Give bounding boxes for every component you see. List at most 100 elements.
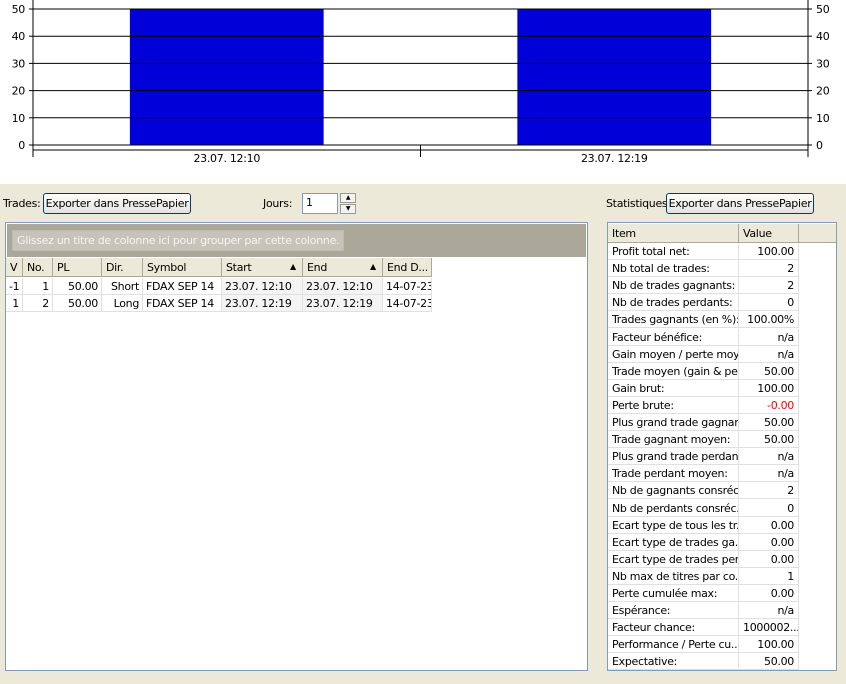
stat-item: Ecart type de trades per... bbox=[608, 550, 739, 568]
stats-column-header[interactable] bbox=[799, 224, 836, 243]
y-tick-label-right: 30 bbox=[816, 57, 830, 70]
stat-item: Trades gagnants (en %): bbox=[608, 311, 739, 329]
trades-label: Trades: bbox=[3, 197, 41, 210]
table-cell: 14-07-23 bbox=[383, 278, 432, 295]
stats-column-header[interactable]: Value bbox=[739, 224, 799, 243]
table-cell: 50.00 bbox=[53, 295, 102, 312]
stat-item: Nb de trades gagnants: bbox=[608, 277, 739, 295]
stat-value: 1 bbox=[739, 567, 799, 585]
table-cell: -1 bbox=[6, 278, 23, 295]
table-cell: FDAX SEP 14 bbox=[143, 278, 222, 295]
stat-item: Expectative: bbox=[608, 653, 739, 671]
y-tick-label: 10 bbox=[12, 112, 26, 125]
stat-value: n/a bbox=[739, 448, 799, 466]
stat-item: Performance / Perte cu... bbox=[608, 636, 739, 654]
stat-item: Plus grand trade gagnant: bbox=[608, 414, 739, 431]
bar bbox=[517, 9, 712, 145]
y-tick-label: 20 bbox=[12, 85, 26, 98]
sort-ascending-icon: ▲ bbox=[290, 262, 296, 271]
table-cell: 23.07. 12:19 bbox=[303, 295, 383, 312]
table-cell: 23.07. 12:19 bbox=[222, 295, 303, 312]
column-header[interactable]: PL bbox=[53, 258, 102, 277]
x-tick-label: 23.07. 12:10 bbox=[193, 152, 260, 165]
stat-item: Trade perdant moyen: bbox=[608, 465, 739, 483]
stat-value: 0.00 bbox=[739, 550, 799, 568]
stat-value: 2 bbox=[739, 260, 799, 278]
stat-value: n/a bbox=[739, 465, 799, 483]
table-cell: FDAX SEP 14 bbox=[143, 295, 222, 312]
stat-item: Nb total de trades: bbox=[608, 260, 739, 278]
table-cell: 2 bbox=[23, 295, 53, 312]
stat-value: 100.00 bbox=[739, 636, 799, 654]
stat-value: n/a bbox=[739, 345, 799, 363]
stats-label: Statistiques: bbox=[606, 197, 671, 210]
stat-value: 100.00 bbox=[739, 379, 799, 397]
stat-item: Ecart type de trades ga... bbox=[608, 533, 739, 551]
stat-item: Nb max de titres par co... bbox=[608, 567, 739, 585]
stat-value: 50.00 bbox=[739, 431, 799, 449]
y-tick-label: 0 bbox=[18, 139, 25, 152]
spin-up-button[interactable]: ▲ bbox=[340, 193, 356, 203]
stat-value: 2 bbox=[739, 277, 799, 295]
y-tick-label-right: 40 bbox=[816, 30, 830, 43]
stat-item: Nb de gagnants consréc... bbox=[608, 482, 739, 500]
group-by-panel[interactable]: Glissez un titre de colonne ici pour gro… bbox=[7, 224, 586, 257]
pl-bar-chart: 23.07. 12:10 23.07. 12:19 0 0 10 10 20 20 30 30 40… bbox=[0, 0, 846, 184]
table-cell: 1 bbox=[6, 295, 23, 312]
stat-value: 0.00 bbox=[739, 533, 799, 551]
column-header[interactable]: V bbox=[6, 258, 23, 277]
sort-ascending-icon: ▲ bbox=[370, 262, 376, 271]
y-tick-label: 30 bbox=[12, 57, 26, 70]
y-tick-label: 40 bbox=[12, 30, 26, 43]
stat-item: Espérance: bbox=[608, 602, 739, 620]
stat-item: Gain brut: bbox=[608, 379, 739, 397]
stats-table: Item Value Profit total net: 100.00 Nb total… bbox=[607, 222, 837, 671]
table-cell: 1 bbox=[23, 278, 53, 295]
stat-item: Ecart type de tous les tr... bbox=[608, 516, 739, 534]
stat-value: -0.00 bbox=[739, 396, 799, 414]
trades-export-button[interactable]: Exporter dans PressePapier bbox=[43, 193, 191, 214]
stat-value: 1000002... bbox=[739, 619, 799, 637]
stat-item: Trade moyen (gain & pe... bbox=[608, 362, 739, 380]
y-tick-label-right: 20 bbox=[816, 85, 830, 98]
jours-label: Jours: bbox=[263, 197, 293, 210]
stat-item: Facteur bénéfice: bbox=[608, 328, 739, 346]
stat-item: Nb de perdants consréc... bbox=[608, 499, 739, 517]
y-tick-label-right: 50 bbox=[816, 3, 830, 16]
stat-value: n/a bbox=[739, 602, 799, 620]
table-cell: 23.07. 12:10 bbox=[222, 278, 303, 295]
bar bbox=[129, 9, 324, 145]
stat-item: Profit total net: bbox=[608, 243, 739, 260]
table-cell: 14-07-23 bbox=[383, 295, 432, 312]
stat-value: 50.00 bbox=[739, 414, 799, 431]
stat-value: 0.00 bbox=[739, 585, 799, 602]
stat-value: 50.00 bbox=[739, 362, 799, 380]
stat-item: Perte brute: bbox=[608, 396, 739, 414]
stats-export-button[interactable]: Exporter dans PressePapier bbox=[666, 193, 814, 214]
column-header[interactable]: Symbol bbox=[143, 258, 222, 277]
column-header[interactable]: No. bbox=[23, 258, 53, 277]
stats-column-header[interactable]: Item bbox=[608, 224, 739, 243]
table-cell: 23.07. 12:10 bbox=[303, 278, 383, 295]
spin-down-button[interactable]: ▼ bbox=[340, 204, 356, 214]
jours-input[interactable]: 1 bbox=[302, 193, 338, 214]
stat-value: 100.00 bbox=[739, 243, 799, 260]
stat-value: 0 bbox=[739, 499, 799, 517]
stat-item: Facteur chance: bbox=[608, 619, 739, 637]
table-cell: Long bbox=[102, 295, 143, 312]
stat-value: 2 bbox=[739, 482, 799, 500]
y-tick-label-right: 0 bbox=[816, 139, 823, 152]
stat-item: Nb de trades perdants: bbox=[608, 294, 739, 312]
stat-value: n/a bbox=[739, 328, 799, 346]
column-header[interactable]: Dir. bbox=[102, 258, 143, 277]
column-header[interactable]: End D... bbox=[383, 258, 432, 277]
stat-value: 0.00 bbox=[739, 516, 799, 534]
group-by-hint: Glissez un titre de colonne ici pour gro… bbox=[12, 230, 345, 251]
y-tick-label: 50 bbox=[12, 3, 26, 16]
trades-grid: Glissez un titre de colonne ici pour gro… bbox=[5, 222, 588, 671]
y-tick-label-right: 10 bbox=[816, 112, 830, 125]
table-cell: 50.00 bbox=[53, 278, 102, 295]
stat-value: 100.00% bbox=[739, 311, 799, 329]
stat-value: 0 bbox=[739, 294, 799, 312]
stat-value: 50.00 bbox=[739, 653, 799, 671]
